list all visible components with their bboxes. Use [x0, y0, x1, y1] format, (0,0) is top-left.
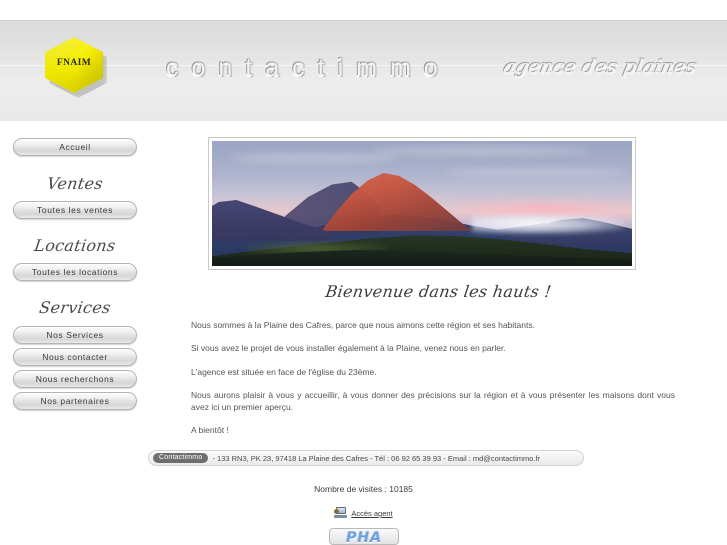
cloud-streak: [228, 153, 397, 163]
sidebar-heading-locations: Locations: [33, 236, 117, 255]
cloud-streak: [443, 168, 628, 175]
sidebar-item-toutes-les-ventes[interactable]: Toutes les ventes: [13, 201, 137, 219]
footer-contact-bar: Contactimmo - 133 RN3, PK 23, 97418 La P…: [148, 450, 584, 466]
logo-label: FNAIM: [56, 58, 92, 68]
cloud-streak: [371, 147, 590, 155]
paragraph: A bientôt !: [191, 425, 229, 436]
sidebar-item-nos-services[interactable]: Nos Services: [13, 326, 137, 344]
sidebar-item-toutes-les-locations[interactable]: Toutes les locations: [13, 263, 137, 281]
sidebar-item-accueil[interactable]: Accueil: [13, 138, 137, 156]
paragraph: L'agence est située en face de l'église …: [191, 366, 377, 377]
site-title: contactimmo: [166, 54, 451, 82]
fnaim-logo[interactable]: FNAIM: [45, 37, 107, 99]
intro-text-block: Nous sommes à la Plaine des Cafres, parc…: [191, 320, 675, 437]
footer-contact-text: - 133 RN3, PK 23, 97418 La Plaine des Ca…: [212, 453, 541, 463]
low-cloud-layer: [472, 213, 624, 234]
agent-access-link[interactable]: Accès agent: [351, 509, 392, 518]
sidebar-item-nous-recherchons[interactable]: Nous recherchons: [13, 370, 137, 388]
sidebar-nav: Accueil Ventes Toutes les ventes Locatio…: [0, 138, 150, 410]
paragraph: Nous sommes à la Plaine des Cafres, parc…: [191, 320, 535, 330]
sidebar-item-nous-contacter[interactable]: Nous contacter: [13, 348, 137, 366]
agent-access-row: Accès agent: [0, 507, 727, 518]
visit-counter: Nombre de visites : 10185: [314, 484, 413, 494]
pha-badge[interactable]: PHA: [329, 528, 399, 545]
welcome-heading: Bienvenue dans les hauts !: [324, 282, 553, 301]
paragraph: Nous aurons plaisir à vous y accueillir,…: [191, 390, 675, 412]
computer-icon-base: [334, 515, 348, 518]
paragraph: Si vous avez le projet de vous installer…: [191, 343, 506, 354]
page-root: FNAIM contactimmo agence des plaines Acc…: [0, 0, 727, 545]
computer-icon: [334, 507, 348, 518]
sidebar-heading-ventes: Ventes: [45, 174, 105, 193]
hero-mountain-image: [212, 141, 632, 266]
sidebar-item-nos-partenaires[interactable]: Nos partenaires: [13, 392, 137, 410]
site-tagline: agence des plaines: [501, 56, 699, 78]
pha-badge-label: PHA: [346, 530, 382, 545]
footer-company-badge: Contactimmo: [153, 453, 209, 463]
sidebar-heading-services: Services: [38, 298, 112, 317]
hero-image-frame: [208, 137, 636, 270]
